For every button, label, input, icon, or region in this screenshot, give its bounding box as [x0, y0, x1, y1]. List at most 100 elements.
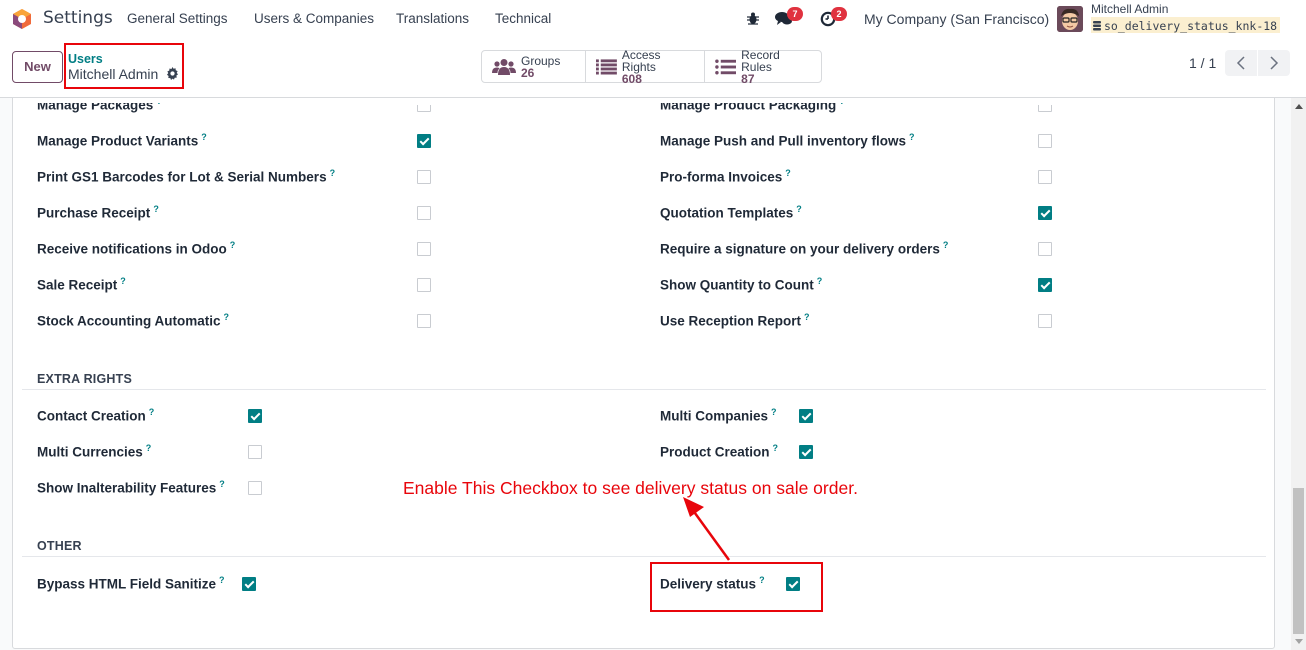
help-tooltip-icon[interactable]: ?	[785, 168, 791, 178]
menu-users-companies[interactable]: Users & Companies	[254, 11, 374, 26]
menu-general-settings[interactable]: General Settings	[127, 11, 228, 26]
annotation-text: Enable This Checkbox to see delivery sta…	[403, 478, 858, 498]
help-tooltip-icon[interactable]: ?	[796, 204, 802, 214]
checkbox-contact-creation[interactable]	[248, 409, 262, 423]
smart-button-label: Groups	[521, 53, 561, 68]
field-label-text: Print GS1 Barcodes for Lot & Serial Numb…	[37, 169, 327, 185]
help-tooltip-icon[interactable]: ?	[146, 443, 152, 453]
pager-buttons	[1225, 50, 1290, 76]
field-label-receive-notifications-in-odoo: Receive notifications in Odoo?	[37, 240, 235, 257]
field-label-text: Product Creation	[660, 444, 770, 460]
help-tooltip-icon[interactable]: ?	[201, 132, 207, 142]
field-label-text: Multi Currencies	[37, 444, 143, 460]
smart-button-value: 26	[521, 65, 535, 80]
pager-next-button[interactable]	[1258, 50, 1290, 76]
checkbox-sale-receipt[interactable]	[417, 278, 431, 292]
field-label-text: Sale Receipt	[37, 277, 118, 293]
menu-technical[interactable]: Technical	[495, 11, 551, 26]
checkbox-show-inalterability-features[interactable]	[248, 481, 262, 495]
help-tooltip-icon[interactable]: ?	[943, 240, 949, 250]
scrollbar-thumb[interactable]	[1293, 488, 1304, 634]
checkbox-receive-notifications-in-odoo[interactable]	[417, 242, 431, 256]
help-tooltip-icon[interactable]: ?	[804, 312, 810, 322]
pager-value[interactable]: 1 / 1	[1189, 55, 1216, 71]
section-title-extra-rights: EXTRA RIGHTS	[37, 372, 132, 386]
odoo-settings-logo-icon[interactable]	[11, 8, 33, 30]
checkbox-manage-product-variants[interactable]	[417, 134, 431, 148]
field-label-text: Multi Companies	[660, 408, 769, 424]
field-label-text: Use Reception Report	[660, 313, 802, 329]
field-label-pro-forma-invoices: Pro-forma Invoices?	[660, 168, 791, 185]
smart-button-label: Record Rules	[741, 47, 780, 74]
pager-previous-button[interactable]	[1225, 50, 1258, 76]
company-switcher[interactable]: My Company (San Francisco)	[864, 11, 1049, 27]
database-name: so_delivery_status_knk-18	[1091, 17, 1281, 33]
breadcrumb-users[interactable]: Users	[68, 52, 103, 66]
scroll-up-arrow-icon[interactable]	[1295, 104, 1303, 109]
checkbox-multi-currencies[interactable]	[248, 445, 262, 459]
help-tooltip-icon[interactable]: ?	[817, 276, 823, 286]
checkbox-print-gs1-barcodes-for-lot-serial-numbers[interactable]	[417, 170, 431, 184]
smart-button-groups[interactable]: Groups 26	[482, 51, 586, 82]
smart-button-access-rights[interactable]: Access Rights 608	[586, 49, 705, 85]
gear-icon[interactable]	[166, 67, 179, 80]
checkbox-manage-push-and-pull-inventory-flows[interactable]	[1038, 134, 1052, 148]
field-label-purchase-receipt: Purchase Receipt?	[37, 204, 159, 221]
checkbox-bypass-html-field-sanitize[interactable]	[242, 577, 256, 591]
debug-icon[interactable]	[746, 11, 760, 25]
field-label-multi-companies: Multi Companies?	[660, 407, 777, 424]
help-tooltip-icon[interactable]: ?	[153, 204, 159, 214]
help-tooltip-icon[interactable]: ?	[330, 168, 336, 178]
list-icon	[596, 58, 617, 74]
chevron-left-icon	[1236, 56, 1245, 70]
field-label-text: Show Inalterability Features	[37, 480, 217, 496]
user-name[interactable]: Mitchell Admin	[1091, 2, 1168, 16]
smart-button-record-rules[interactable]: Record Rules 87	[705, 47, 821, 85]
help-tooltip-icon[interactable]: ?	[224, 312, 230, 322]
help-tooltip-icon[interactable]: ?	[219, 575, 225, 585]
help-tooltip-icon[interactable]: ?	[219, 479, 225, 489]
field-label-quotation-templates: Quotation Templates?	[660, 204, 802, 221]
field-label-text: Require a signature on your delivery ord…	[660, 241, 940, 257]
field-label-text: Pro-forma Invoices	[660, 169, 783, 185]
help-tooltip-icon[interactable]: ?	[149, 407, 155, 417]
field-label-manage-product-variants: Manage Product Variants?	[37, 132, 207, 149]
checkbox-use-reception-report[interactable]	[1038, 314, 1052, 328]
top-navbar: Settings General Settings Users & Compan…	[0, 0, 1306, 38]
field-label-print-gs1-barcodes-for-lot-serial-numbers: Print GS1 Barcodes for Lot & Serial Numb…	[37, 168, 335, 185]
help-tooltip-icon[interactable]: ?	[773, 443, 779, 453]
field-label-product-creation: Product Creation?	[660, 443, 778, 460]
field-label-multi-currencies: Multi Currencies?	[37, 443, 151, 460]
annotation-arrow-icon	[683, 497, 731, 561]
new-button[interactable]: New	[12, 51, 63, 83]
help-tooltip-icon[interactable]: ?	[909, 132, 915, 142]
delivery-status-highlight-box	[650, 562, 823, 612]
field-label-text: Bypass HTML Field Sanitize	[37, 576, 217, 592]
help-tooltip-icon[interactable]: ?	[120, 276, 126, 286]
scroll-down-arrow-icon[interactable]	[1295, 639, 1303, 644]
app-name[interactable]: Settings	[43, 8, 113, 28]
checkbox-pro-forma-invoices[interactable]	[1038, 170, 1052, 184]
field-label-use-reception-report: Use Reception Report?	[660, 312, 810, 329]
field-label-text: Manage Product Variants	[37, 133, 199, 149]
user-avatar[interactable]	[1057, 6, 1083, 32]
help-tooltip-icon[interactable]: ?	[771, 407, 777, 417]
checkbox-quotation-templates[interactable]	[1038, 206, 1052, 220]
breadcrumb-current: Mitchell Admin	[68, 66, 159, 82]
field-label-text: Manage Push and Pull inventory flows	[660, 133, 907, 149]
checkbox-product-creation[interactable]	[799, 445, 813, 459]
field-label-text: Quotation Templates	[660, 205, 794, 221]
checkbox-require-a-signature-on-your-delivery-orders[interactable]	[1038, 242, 1052, 256]
field-label-stock-accounting-automatic: Stock Accounting Automatic?	[37, 312, 229, 329]
checkbox-stock-accounting-automatic[interactable]	[417, 314, 431, 328]
chevron-right-icon	[1270, 56, 1279, 70]
vertical-scrollbar[interactable]	[1291, 98, 1306, 650]
help-tooltip-icon[interactable]: ?	[230, 240, 236, 250]
menu-translations[interactable]: Translations	[396, 11, 469, 26]
checkbox-multi-companies[interactable]	[799, 409, 813, 423]
field-label-text: Show Quantity to Count	[660, 277, 814, 293]
checkbox-show-quantity-to-count[interactable]	[1038, 278, 1052, 292]
checkbox-purchase-receipt[interactable]	[417, 206, 431, 220]
field-label-sale-receipt: Sale Receipt?	[37, 276, 126, 293]
smart-buttons: Groups 26 Access Rights 608 Record Rules…	[481, 47, 822, 85]
